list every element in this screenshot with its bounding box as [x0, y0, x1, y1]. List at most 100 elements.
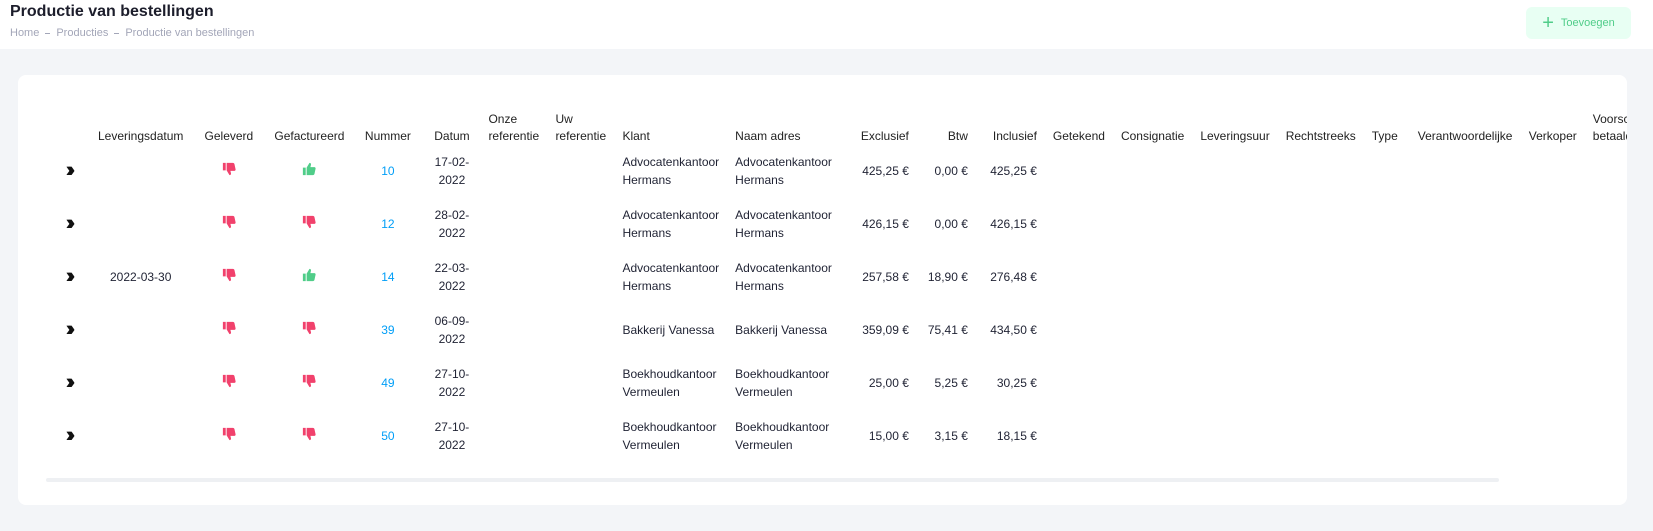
- cell-leveringsdatum: [90, 304, 191, 357]
- cell-nummer: 49: [352, 357, 423, 410]
- expand-row-cell[interactable]: ››: [46, 198, 90, 251]
- expand-row-cell[interactable]: ››: [46, 304, 90, 357]
- column-header-klant[interactable]: Klant: [614, 104, 727, 145]
- cell-rechtstreeks: [1278, 251, 1364, 304]
- cell-btw: 18,90 €: [927, 269, 968, 284]
- cell-verkoper: [1521, 357, 1585, 410]
- column-header-uw-referentie[interactable]: Uw referentie: [547, 104, 614, 145]
- column-header-geleverd[interactable]: Geleverd: [191, 104, 266, 145]
- cell-getekend: [1045, 251, 1113, 304]
- cell-gefactureerd: [266, 304, 352, 357]
- cell-inclusief: 18,15 €: [996, 428, 1037, 443]
- table-row[interactable]: ›› 12 28-02-2022 Advocatenkantoor Hermans Ad…: [46, 198, 1627, 251]
- column-header-datum[interactable]: Datum: [423, 104, 480, 145]
- breadcrumb-current: Productie van bestellingen: [125, 27, 255, 39]
- cell-leveringsuur: [1192, 304, 1277, 357]
- column-header-getekend[interactable]: Getekend: [1045, 104, 1113, 145]
- cell-klant: Boekhoudkantoor Vermeulen: [622, 420, 717, 452]
- cell-consignatie: [1113, 357, 1192, 410]
- table-row[interactable]: ›› 2022-03-30 14 22-03-2022 Advocatenkantoor…: [46, 251, 1627, 304]
- thumbs-down-icon: [301, 214, 317, 230]
- cell-leveringsuur: [1192, 357, 1277, 410]
- column-header-naam-adres[interactable]: Naam adres: [727, 104, 840, 145]
- double-chevron-right-icon[interactable]: ››: [66, 371, 75, 391]
- double-chevron-right-icon[interactable]: ››: [66, 424, 75, 444]
- order-number-link[interactable]: 12: [381, 217, 394, 231]
- double-chevron-right-icon[interactable]: ››: [66, 159, 75, 179]
- column-header-verkoper[interactable]: Verkoper: [1521, 104, 1585, 145]
- expand-row-cell[interactable]: ››: [46, 357, 90, 410]
- cell-onze-referentie: [480, 145, 547, 198]
- page-title: Productie van bestellingen: [10, 3, 214, 20]
- cell-geleverd: [191, 410, 266, 463]
- table-row[interactable]: ›› 50 27-10-2022 Boekhoudkantoor Vermeulen B…: [46, 410, 1627, 463]
- column-header-leveringsuur[interactable]: Leveringsuur: [1192, 104, 1277, 145]
- table-row[interactable]: ›› 49 27-10-2022 Boekhoudkantoor Vermeulen B…: [46, 357, 1627, 410]
- cell-consignatie: [1113, 410, 1192, 463]
- cell-rechtstreeks: [1278, 304, 1364, 357]
- cell-getekend: [1045, 198, 1113, 251]
- cell-rechtstreeks: [1278, 410, 1364, 463]
- column-header-consignatie[interactable]: Consignatie: [1113, 104, 1192, 145]
- order-number-link[interactable]: 50: [381, 429, 394, 443]
- cell-verantwoordelijke: [1410, 198, 1521, 251]
- cell-nummer: 14: [352, 251, 423, 304]
- cell-type: [1364, 357, 1410, 410]
- cell-klant: Boekhoudkantoor Vermeulen: [622, 367, 717, 399]
- order-number-link[interactable]: 39: [381, 323, 394, 337]
- column-header-gefactureerd[interactable]: Gefactureerd: [266, 104, 352, 145]
- cell-btw: 0,00 €: [934, 216, 968, 231]
- cell-exclusief: 425,25 €: [862, 163, 909, 178]
- cell-naam-adres: Boekhoudkantoor Vermeulen: [735, 367, 830, 399]
- cell-consignatie: [1113, 198, 1192, 251]
- expand-row-cell[interactable]: ››: [46, 251, 90, 304]
- cell-leveringsdatum: 2022-03-30: [110, 269, 172, 284]
- cell-verkoper: [1521, 410, 1585, 463]
- cell-verantwoordelijke: [1410, 251, 1521, 304]
- order-number-link[interactable]: 49: [381, 376, 394, 390]
- thumbs-up-icon: [301, 267, 317, 283]
- horizontal-scrollbar[interactable]: [46, 478, 1499, 482]
- cell-btw: 3,15 €: [934, 428, 968, 443]
- column-header-inclusief[interactable]: Inclusief: [976, 104, 1045, 145]
- order-number-link[interactable]: 10: [381, 164, 394, 178]
- cell-gefactureerd: [266, 357, 352, 410]
- column-header-nummer[interactable]: Nummer: [352, 104, 423, 145]
- cell-inclusief: 276,48 €: [990, 269, 1037, 284]
- orders-table: Leveringsdatum Geleverd Gefactureerd Nummer…: [46, 104, 1627, 463]
- cell-voorschot-betaald: [1585, 251, 1627, 304]
- cell-onze-referentie: [480, 251, 547, 304]
- cell-leveringsdatum: [90, 357, 191, 410]
- table-row[interactable]: ›› 10 17-02-2022 Advocatenkantoor Hermans Ad…: [46, 145, 1627, 198]
- cell-inclusief: 425,25 €: [990, 163, 1037, 178]
- cell-type: [1364, 145, 1410, 198]
- page-header: Productie van bestellingen Home Producti…: [0, 0, 1653, 49]
- cell-voorschot-betaald: [1585, 410, 1627, 463]
- cell-verantwoordelijke: [1410, 145, 1521, 198]
- cell-uw-referentie: [547, 357, 614, 410]
- cell-btw: 0,00 €: [934, 163, 968, 178]
- double-chevron-right-icon[interactable]: ››: [66, 265, 75, 285]
- column-header-leveringsdatum[interactable]: Leveringsdatum: [90, 104, 191, 145]
- double-chevron-right-icon[interactable]: ››: [66, 318, 75, 338]
- column-header-verantwoordelijke[interactable]: Verantwoordelijke: [1410, 104, 1521, 145]
- expand-row-cell[interactable]: ››: [46, 410, 90, 463]
- cell-naam-adres: Advocatenkantoor Hermans: [735, 155, 832, 187]
- column-header-btw[interactable]: Btw: [917, 104, 976, 145]
- column-header-exclusief[interactable]: Exclusief: [840, 104, 917, 145]
- expand-row-cell[interactable]: ››: [46, 145, 90, 198]
- column-header-rechtstreeks[interactable]: Rechtstreeks: [1278, 104, 1364, 145]
- cell-klant: Advocatenkantoor Hermans: [622, 155, 720, 187]
- column-header-type[interactable]: Type: [1364, 104, 1410, 145]
- table-row[interactable]: ›› 39 06-09-2022 Bakkerij Vanessa Bakkerij V…: [46, 304, 1627, 357]
- breadcrumb-producties[interactable]: Producties: [56, 27, 108, 39]
- order-number-link[interactable]: 14: [381, 270, 394, 284]
- cell-getekend: [1045, 410, 1113, 463]
- cell-onze-referentie: [480, 357, 547, 410]
- double-chevron-right-icon[interactable]: ››: [66, 212, 75, 232]
- cell-onze-referentie: [480, 304, 547, 357]
- column-header-voorschot-betaald[interactable]: Voorschot betaald: [1585, 104, 1627, 145]
- breadcrumb-home[interactable]: Home: [10, 27, 39, 39]
- column-header-onze-referentie[interactable]: Onze referentie: [480, 104, 547, 145]
- add-button[interactable]: + Toevoegen: [1526, 7, 1631, 39]
